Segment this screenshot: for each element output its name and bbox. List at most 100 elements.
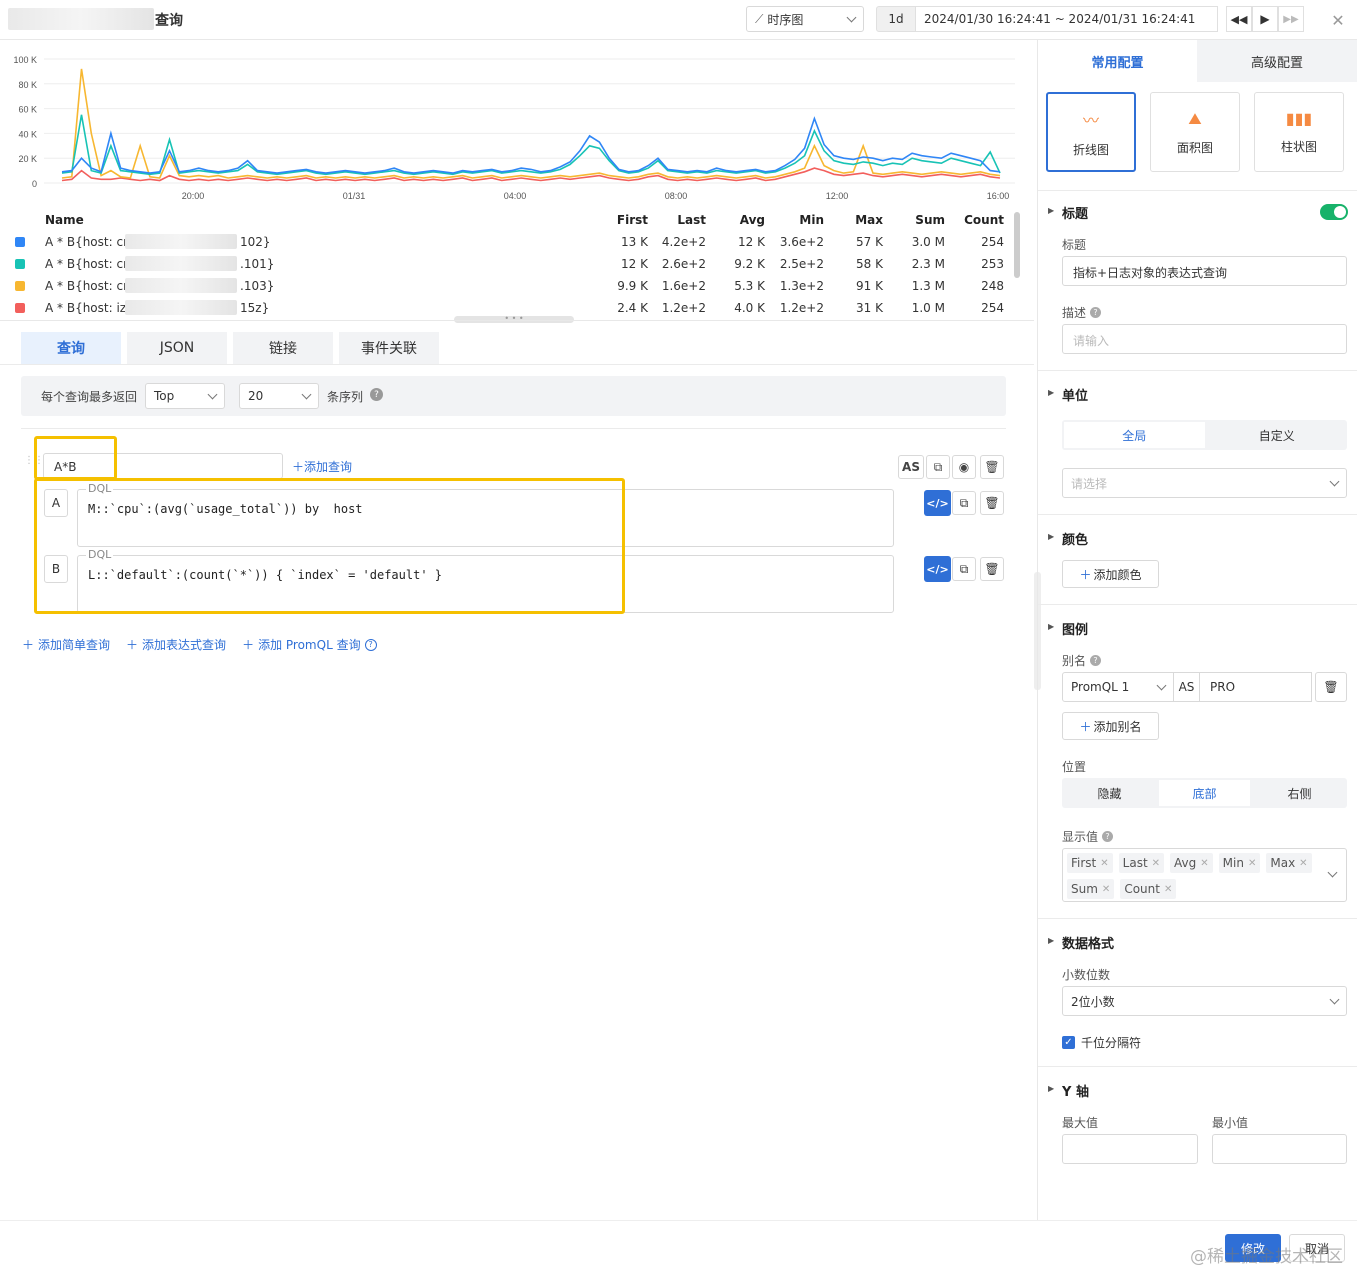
remove-tag-icon[interactable]: ✕ [1200,858,1208,869]
column-header: Count [964,213,1004,227]
help-icon[interactable]: ? [370,388,383,401]
options-suffix: 条序列 [327,390,364,404]
help-icon[interactable]: ? [364,638,377,651]
add-query-link[interactable]: ＋添加查询 [292,458,352,475]
show-values-select[interactable]: First ✕ Last ✕ Avg ✕ Min ✕ Max ✕ Sum ✕ Count ✕ [1062,848,1347,902]
show-values-label: 显示值 [1062,830,1099,844]
alias-input[interactable]: PRO [1200,672,1312,702]
plus-icon: ＋ [22,638,35,652]
table-cell-first: 12 K [621,257,648,271]
y-tick-label: 60 K [18,105,37,115]
trash-icon[interactable]: 🗑 [980,455,1004,479]
add-alias-button[interactable]: ＋添加别名 [1062,712,1159,740]
series-name: A * B{host: cn- [45,257,135,271]
chart-type-1[interactable]: ⛰ 面积图 [1150,92,1240,172]
add-color-button[interactable]: ＋添加颜色 [1062,560,1159,588]
table-cell-count: 254 [981,235,1004,249]
title-input[interactable]: 指标+日志对象的表达式查询 [1062,256,1347,286]
chevron-down-icon [1329,476,1340,486]
table-cell-first: 13 K [621,235,648,249]
help-icon[interactable]: ? [1090,655,1102,666]
chevron-down-icon [846,12,857,22]
code-toggle-icon[interactable]: </> [924,556,951,582]
add-link-1[interactable]: ＋添加表达式查询 [126,636,226,653]
tab-3[interactable]: 事件关联 [339,332,439,364]
range-button[interactable]: 1d [876,6,916,32]
options-label: 每个查询最多返回 [41,390,138,404]
ymax-input[interactable] [1062,1134,1198,1164]
copy-icon[interactable]: ⧉ [926,455,950,479]
rewind-button[interactable]: ◀◀ [1226,6,1252,32]
add-link-0[interactable]: ＋添加简单查询 [22,636,110,653]
close-icon[interactable]: ✕ [1326,8,1350,32]
series-color-swatch [15,237,25,247]
caret-icon: ▶ [1048,206,1055,215]
tab-1[interactable]: JSON [127,332,227,364]
remove-tag-icon[interactable]: ✕ [1299,858,1307,869]
copy-icon[interactable]: ⧉ [952,557,976,581]
x-tick-label: 04:00 [504,191,527,201]
chart-type-select[interactable]: ⟋ 时序图 [746,6,864,32]
forward-button[interactable]: ▶▶ [1278,6,1304,32]
code-toggle-icon[interactable]: </> [924,490,951,516]
table-cell-max: 57 K [856,235,883,249]
chart-type-2[interactable]: ▮▮▮ 柱状图 [1254,92,1344,172]
decimal-select[interactable]: 2位小数 [1062,986,1347,1016]
remove-tag-icon[interactable]: ✕ [1152,858,1160,869]
series-color-swatch [15,259,25,269]
tab-0[interactable]: 查询 [21,332,121,364]
copy-icon[interactable]: ⧉ [952,491,976,515]
remove-tag-icon[interactable]: ✕ [1102,884,1110,895]
tab-advanced[interactable]: 高级配置 [1197,40,1357,82]
remove-tag-icon[interactable]: ✕ [1248,858,1256,869]
table-cell-min: 3.6e+2 [779,235,824,249]
column-header: Last [677,213,706,227]
unit-global[interactable]: 全局 [1064,422,1205,448]
position-toggle: 隐藏 底部 右侧 [1062,778,1347,808]
series-line [61,116,1001,174]
unit-select[interactable]: 请选择 [1062,468,1347,498]
series-line [61,114,1001,176]
series-color-swatch [15,303,25,313]
series-name: A * B{host: cn- [45,279,135,293]
thousands-checkbox[interactable]: ✓ [1062,1036,1075,1049]
tab-common[interactable]: 常用配置 [1038,40,1197,82]
eye-icon[interactable]: ◉ [952,455,976,479]
table-scrollbar[interactable] [1014,212,1020,278]
unit-custom[interactable]: 自定义 [1207,420,1348,450]
tab-2[interactable]: 链接 [233,332,333,364]
value-tag: First ✕ [1067,853,1113,873]
column-header: First [616,213,648,227]
remove-tag-icon[interactable]: ✕ [1100,858,1108,869]
order-select[interactable]: Top [145,383,225,409]
position-option-0[interactable]: 隐藏 [1064,780,1155,806]
desc-label: 描述 [1062,306,1087,320]
ymin-input[interactable] [1212,1134,1347,1164]
time-range-input[interactable]: 2024/01/30 16:24:41 ~ 2024/01/31 16:24:4… [916,6,1218,32]
column-header: Min [799,213,824,227]
table-cell-first: 9.9 K [617,279,648,293]
ymin-label: 最小值 [1212,1116,1249,1130]
position-option-2[interactable]: 右侧 [1254,780,1345,806]
limit-select[interactable]: 20 [239,383,319,409]
desc-input[interactable]: 请输入 [1062,324,1347,354]
add-link-2[interactable]: ＋添加 PromQL 查询? [242,636,377,653]
chart-type-0[interactable]: 〰折线图 [1046,92,1136,172]
position-option-1[interactable]: 底部 [1159,780,1250,806]
host-redacted [125,234,237,249]
title-toggle[interactable] [1320,204,1348,220]
table-cell-min: 1.2e+2 [779,301,824,315]
table-cell-last: 1.2e+2 [661,301,706,315]
play-button[interactable]: ▶ [1252,6,1278,32]
trash-icon[interactable]: 🗑 [980,557,1004,581]
series-name: A * B{host: cn- [45,235,135,249]
as-button[interactable]: AS [898,455,924,479]
trash-icon[interactable]: 🗑 [1315,672,1347,702]
highlight-box-queries [34,478,625,614]
remove-tag-icon[interactable]: ✕ [1164,884,1172,895]
alias-select[interactable]: PromQL 1 [1062,672,1174,702]
trash-icon[interactable]: 🗑 [980,491,1004,515]
help-icon[interactable]: ? [1090,307,1102,318]
help-icon[interactable]: ? [1102,831,1114,842]
table-cell-sum: 1.3 M [911,279,945,293]
